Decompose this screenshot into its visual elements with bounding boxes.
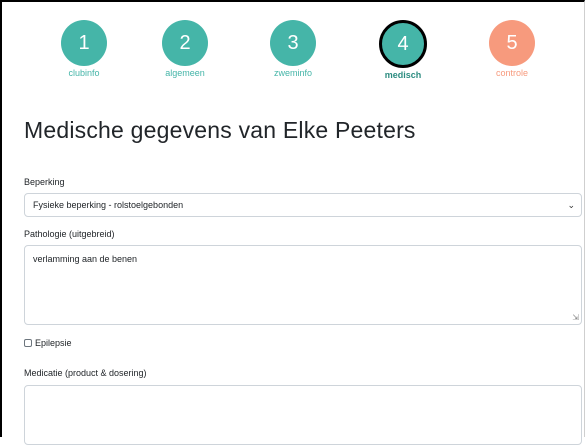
step-2-circle[interactable]: 2 xyxy=(162,20,208,66)
pathologie-textarea[interactable]: verlamming aan de benen ⇲ xyxy=(24,245,582,325)
medicatie-textarea[interactable] xyxy=(24,385,582,445)
medicatie-label: Medicatie (product & dosering) xyxy=(24,368,147,378)
beperking-select[interactable]: Fysieke beperking - rolstoelgebonden ⌄ xyxy=(24,193,582,217)
step-number: 5 xyxy=(506,32,518,54)
stepper: 1 clubinfo 2 algemeen 3 zweminfo 4 medis… xyxy=(0,0,587,90)
step-label-active: medisch xyxy=(384,70,422,80)
pathologie-value: verlamming aan de benen xyxy=(33,254,138,264)
epilepsie-row: Epilepsie xyxy=(24,338,72,348)
resize-grip-icon[interactable]: ⇲ xyxy=(572,314,579,322)
step-label: clubinfo xyxy=(68,68,100,78)
step-number: 4 xyxy=(397,33,409,55)
step-label: controle xyxy=(495,68,529,78)
epilepsie-label[interactable]: Epilepsie xyxy=(35,338,72,348)
step-1-circle[interactable]: 1 xyxy=(61,20,107,66)
beperking-label: Beperking xyxy=(24,177,65,187)
page-title: Medische gegevens van Elke Peeters xyxy=(24,117,416,143)
chevron-down-icon: ⌄ xyxy=(567,200,575,210)
step-number: 2 xyxy=(179,32,191,54)
step-number: 1 xyxy=(78,32,90,54)
step-number: 3 xyxy=(287,32,299,54)
pathologie-label: Pathologie (uitgebreid) xyxy=(24,229,115,239)
beperking-selected-value: Fysieke beperking - rolstoelgebonden xyxy=(33,200,184,210)
step-clubinfo[interactable]: 1 clubinfo xyxy=(34,20,134,78)
step-controle[interactable]: 5 controle xyxy=(462,20,562,78)
step-3-circle[interactable]: 3 xyxy=(270,20,316,66)
step-zweminfo[interactable]: 3 zweminfo xyxy=(243,20,343,78)
step-medisch[interactable]: 4 medisch xyxy=(353,20,453,80)
step-5-circle[interactable]: 5 xyxy=(489,20,535,66)
step-label: zweminfo xyxy=(273,68,312,78)
step-4-circle[interactable]: 4 xyxy=(379,20,427,68)
step-algemeen[interactable]: 2 algemeen xyxy=(135,20,235,78)
epilepsie-checkbox[interactable] xyxy=(24,339,32,347)
step-label: algemeen xyxy=(165,68,205,78)
